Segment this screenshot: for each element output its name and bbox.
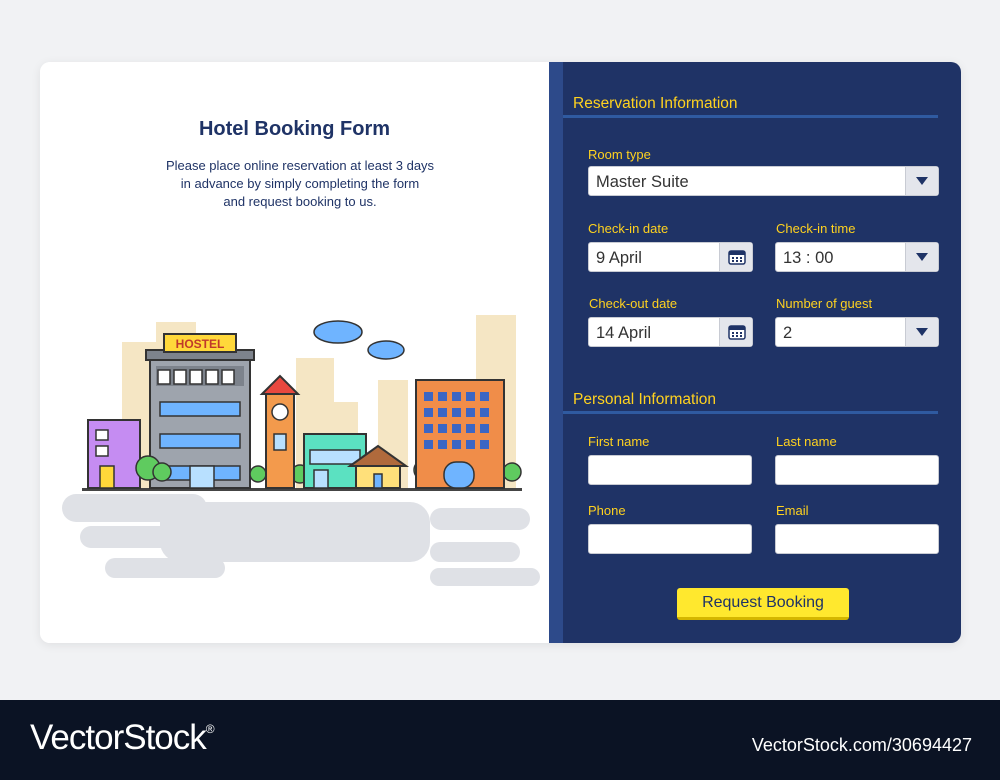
form-panel-stripe bbox=[549, 62, 563, 643]
booking-card: Hotel Booking Form Please place online r… bbox=[40, 62, 961, 643]
city-illustration: HOSTEL bbox=[62, 315, 540, 586]
description-line: and request booking to us. bbox=[223, 194, 377, 209]
checkout-date-input[interactable]: 14 April bbox=[588, 317, 753, 347]
checkin-date-value: 9 April bbox=[596, 249, 642, 267]
description-line: in advance by simply completing the form bbox=[180, 176, 420, 191]
request-booking-button[interactable]: Request Booking bbox=[677, 588, 849, 620]
checkin-date-input[interactable]: 9 April bbox=[588, 242, 753, 272]
checkin-date-label: Check-in date bbox=[588, 221, 669, 236]
intro-panel: Hotel Booking Form Please place online r… bbox=[40, 62, 549, 643]
checkout-date-value: 14 April bbox=[596, 324, 652, 342]
room-type-value: Master Suite bbox=[596, 173, 689, 191]
dropdown-arrow-icon[interactable] bbox=[905, 167, 938, 195]
phone-label: Phone bbox=[588, 503, 626, 518]
guest-count-label: Number of guest bbox=[776, 296, 873, 311]
hostel-sign-text: HOSTEL bbox=[176, 337, 225, 351]
guest-count-value: 2 bbox=[783, 324, 793, 342]
description-line: Please place online reservation at least… bbox=[165, 158, 435, 173]
dropdown-arrow-icon[interactable] bbox=[905, 318, 938, 346]
page-description: Please place online reservation at least… bbox=[130, 157, 470, 211]
first-name-input[interactable] bbox=[588, 455, 752, 485]
calendar-icon[interactable] bbox=[719, 243, 752, 271]
dropdown-arrow-icon[interactable] bbox=[905, 243, 938, 271]
checkin-time-value: 13 : 00 bbox=[783, 249, 834, 267]
page-title: Hotel Booking Form bbox=[198, 118, 391, 140]
checkout-date-label: Check-out date bbox=[589, 296, 678, 311]
room-type-label: Room type bbox=[588, 147, 651, 162]
image-url: VectorStock.com/30694427 bbox=[751, 735, 972, 755]
personal-section-title: Personal Information bbox=[573, 391, 717, 408]
section-divider bbox=[563, 115, 938, 118]
section-divider bbox=[563, 411, 938, 414]
registered-mark: ® bbox=[205, 722, 215, 736]
guest-count-select[interactable]: 2 bbox=[775, 317, 939, 347]
watermark-footer: VectorStock® VectorStock.com/30694427 bbox=[0, 700, 1000, 780]
room-type-select[interactable]: Master Suite bbox=[588, 166, 939, 196]
checkin-time-label: Check-in time bbox=[776, 221, 856, 236]
email-label: Email bbox=[776, 503, 809, 518]
reservation-section-title: Reservation Information bbox=[573, 95, 738, 112]
first-name-label: First name bbox=[588, 434, 650, 449]
logo-text: VectorStock bbox=[30, 718, 207, 757]
phone-input[interactable] bbox=[588, 524, 752, 554]
calendar-icon[interactable] bbox=[719, 318, 752, 346]
vectorstock-logo: VectorStock® bbox=[30, 718, 215, 758]
checkin-time-select[interactable]: 13 : 00 bbox=[775, 242, 939, 272]
email-input[interactable] bbox=[775, 524, 939, 554]
last-name-input[interactable] bbox=[775, 455, 939, 485]
last-name-label: Last name bbox=[776, 434, 837, 449]
